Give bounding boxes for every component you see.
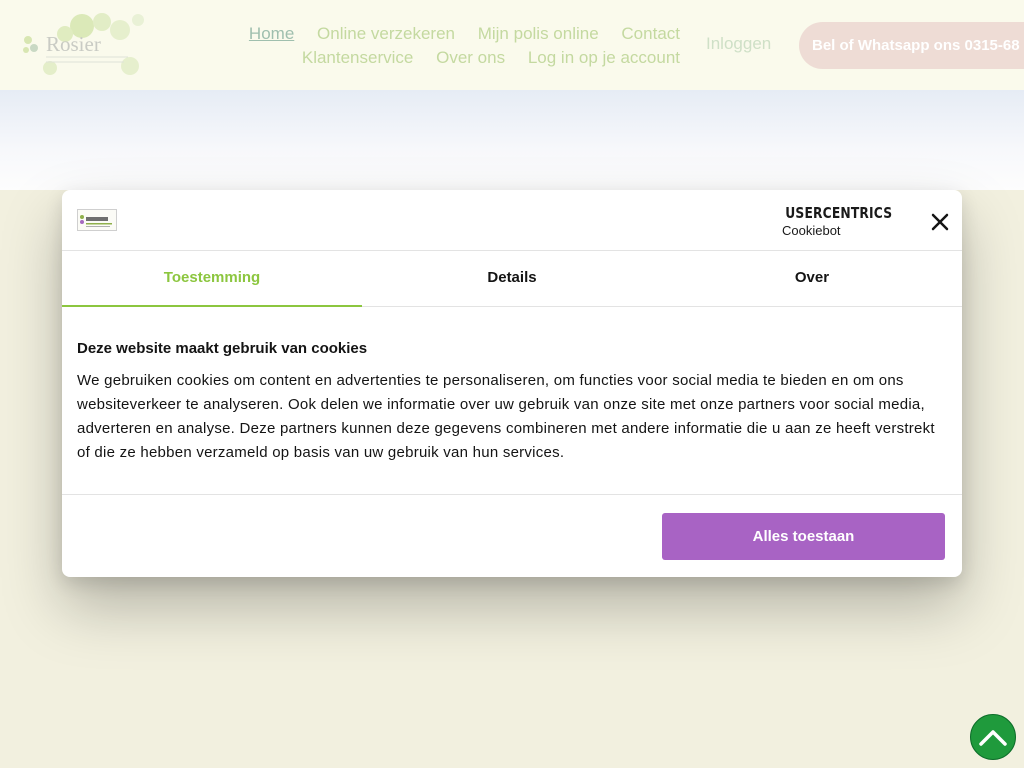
dialog-body: Deze website maakt gebruik van cookies W… bbox=[77, 340, 947, 465]
site-header: Rosier Home Online verzekeren Mijn polis… bbox=[0, 0, 1024, 90]
nav-online-verzekeren[interactable]: Online verzekeren bbox=[317, 24, 455, 43]
cookiebot-label: Cookiebot bbox=[782, 223, 841, 238]
nav-log-in[interactable]: Log in op je account bbox=[528, 48, 680, 67]
close-dialog-button[interactable] bbox=[928, 210, 952, 234]
dialog-title: Deze website maakt gebruik van cookies bbox=[77, 340, 368, 357]
tab-over[interactable]: Over bbox=[662, 251, 962, 306]
close-icon bbox=[931, 213, 949, 231]
dialog-footer: Alles toestaan bbox=[62, 494, 962, 577]
hero-band bbox=[0, 90, 1024, 190]
main-nav: Home Online verzekeren Mijn polis online… bbox=[230, 22, 680, 70]
nav-row-1: Home Online verzekeren Mijn polis online… bbox=[230, 22, 680, 46]
dialog-site-logo bbox=[77, 209, 117, 231]
allow-all-button[interactable]: Alles toestaan bbox=[662, 513, 945, 560]
nav-row-2: Klantenservice Over ons Log in op je acc… bbox=[230, 46, 680, 70]
site-logo-icon bbox=[80, 215, 112, 227]
dialog-tabs: Toestemming Details Over bbox=[62, 251, 962, 307]
logo-text: Rosier bbox=[46, 32, 101, 56]
scroll-to-top-button[interactable] bbox=[970, 714, 1016, 760]
dialog-header: USERCENTRICS Cookiebot bbox=[62, 190, 962, 251]
dialog-description: We gebruiken cookies om content en adver… bbox=[77, 372, 935, 461]
usercentrics-label: USERCENTRICS bbox=[785, 204, 893, 222]
tab-details[interactable]: Details bbox=[362, 251, 662, 306]
nav-over-ons[interactable]: Over ons bbox=[436, 48, 505, 67]
nav-contact[interactable]: Contact bbox=[621, 24, 680, 43]
inloggen-link[interactable]: Inloggen bbox=[706, 34, 771, 54]
cookie-consent-dialog: USERCENTRICS Cookiebot Toestemming Detai… bbox=[62, 190, 962, 577]
nav-mijn-polis-online[interactable]: Mijn polis online bbox=[478, 24, 599, 43]
tab-toestemming[interactable]: Toestemming bbox=[62, 251, 362, 307]
usercentrics-wordmark: USERCENTRICS bbox=[782, 204, 893, 222]
call-whatsapp-button[interactable]: Bel of Whatsapp ons 0315-68 bbox=[799, 22, 1024, 69]
chevron-up-icon bbox=[979, 730, 1007, 746]
nav-home[interactable]: Home bbox=[249, 24, 294, 43]
usercentrics-brand: USERCENTRICS Cookiebot bbox=[782, 204, 912, 238]
nav-klantenservice[interactable]: Klantenservice bbox=[302, 48, 414, 67]
site-logo[interactable]: Rosier bbox=[20, 10, 146, 78]
